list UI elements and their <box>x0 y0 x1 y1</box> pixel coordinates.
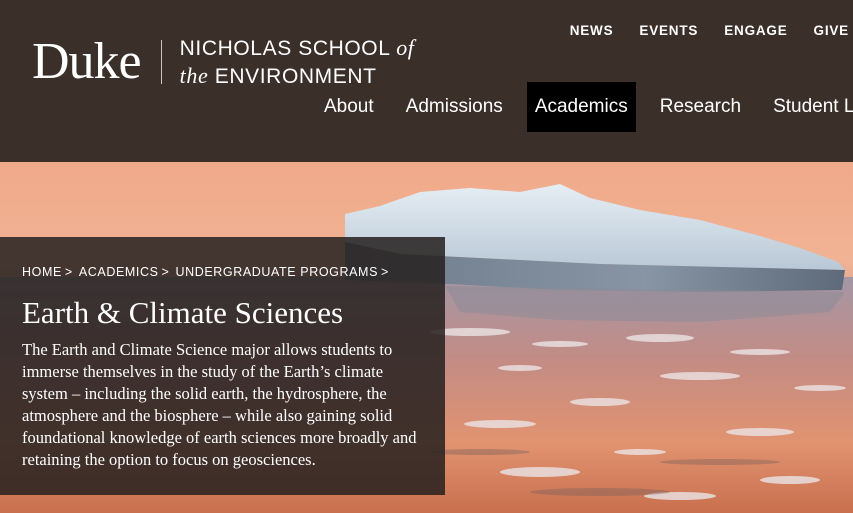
main-nav-academics[interactable]: Academics <box>526 82 636 132</box>
main-nav-research[interactable]: Research <box>652 82 749 132</box>
main-nav-about[interactable]: About <box>316 82 382 132</box>
main-nav-student-life[interactable]: Student Lif <box>765 82 853 132</box>
school-name-the: the <box>179 63 209 88</box>
hero-caption-panel: HOME > ACADEMICS > UNDERGRADUATE PROGRAM… <box>0 237 445 495</box>
utility-nav-events[interactable]: EVENTS <box>639 23 698 38</box>
breadcrumb-separator: > <box>381 265 389 279</box>
breadcrumb-home[interactable]: HOME <box>22 265 62 279</box>
breadcrumb-separator: > <box>64 265 73 279</box>
school-name-nicholas: NICHOLAS SCHOOL <box>179 37 390 60</box>
main-nav-admissions[interactable]: Admissions <box>398 82 511 132</box>
duke-wordmark: Duke <box>32 33 142 90</box>
program-description: The Earth and Climate Science major allo… <box>22 340 417 469</box>
breadcrumb: HOME > ACADEMICS > UNDERGRADUATE PROGRAM… <box>22 265 423 279</box>
breadcrumb-undergraduate-programs[interactable]: UNDERGRADUATE PROGRAMS <box>175 265 378 279</box>
utility-nav-news[interactable]: NEWS <box>570 23 614 38</box>
school-name-line1: NICHOLAS SCHOOL of <box>179 35 415 60</box>
utility-nav: NEWS EVENTS ENGAGE GIVE <box>544 23 849 38</box>
breadcrumb-academics[interactable]: ACADEMICS <box>79 265 159 279</box>
page-title: Earth & Climate Sciences <box>22 295 344 330</box>
main-nav: About Admissions Academics Research Stud… <box>316 82 853 132</box>
logo-divider <box>160 40 162 84</box>
utility-nav-give[interactable]: GIVE <box>814 23 849 38</box>
site-header: Duke NICHOLAS SCHOOL of the ENVIRONMENT … <box>0 0 853 162</box>
school-name-of: of <box>396 35 415 60</box>
utility-nav-engage[interactable]: ENGAGE <box>724 23 787 38</box>
hero-image: HOME > ACADEMICS > UNDERGRADUATE PROGRAM… <box>0 162 853 513</box>
breadcrumb-separator: > <box>161 265 170 279</box>
